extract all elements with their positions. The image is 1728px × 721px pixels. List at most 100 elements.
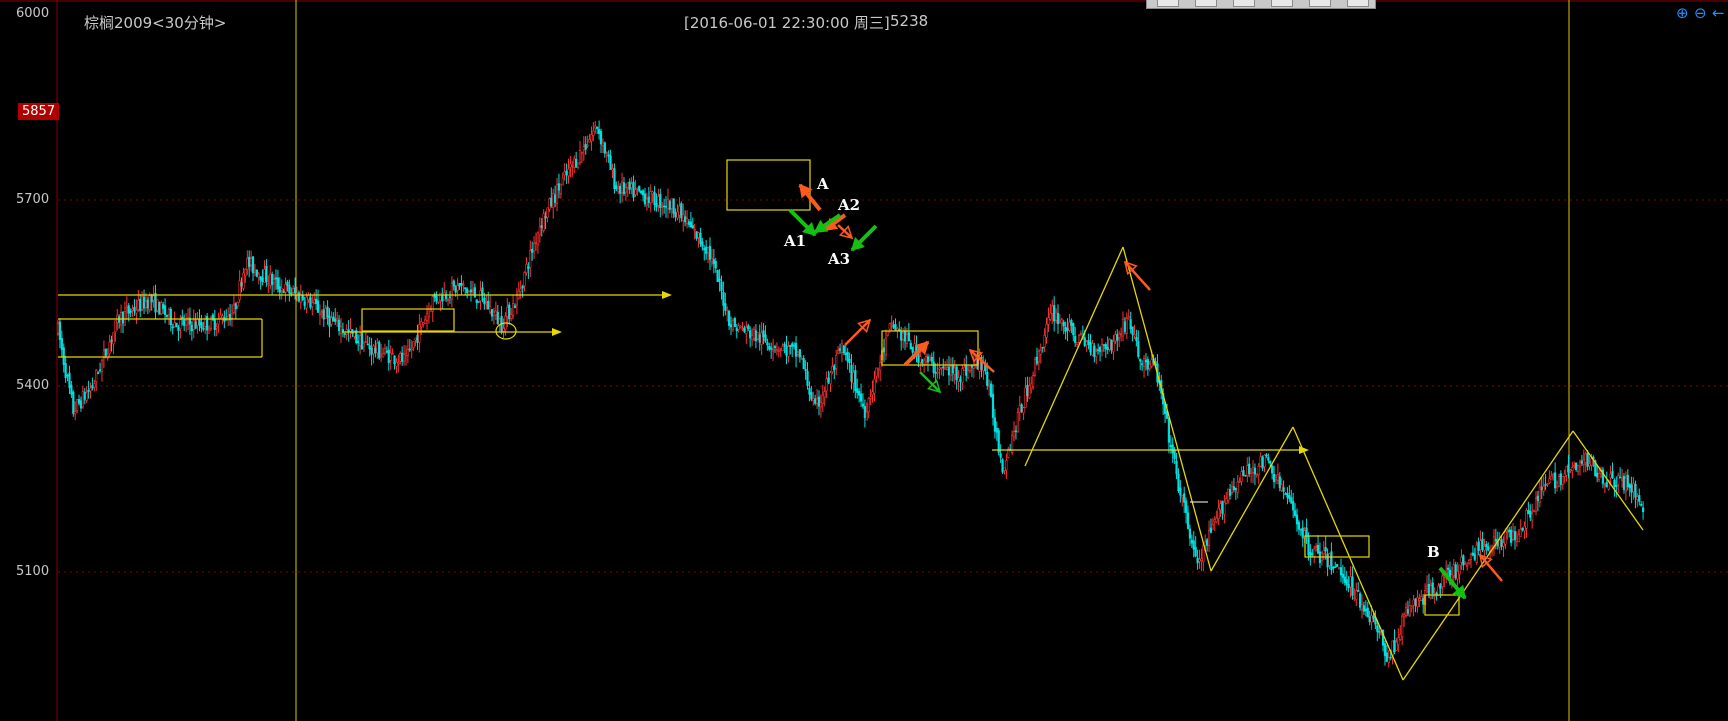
candle-body (632, 181, 635, 198)
candle-body (506, 306, 509, 317)
candle-body (1110, 339, 1113, 351)
candle-body (634, 189, 637, 195)
candle-body (829, 372, 832, 385)
toolbar-button[interactable] (1233, 0, 1255, 7)
candle-body (1066, 328, 1069, 331)
candle-body (481, 287, 484, 296)
toolbar-button[interactable] (1195, 0, 1217, 7)
candle-body (171, 326, 174, 329)
candle-body (540, 225, 543, 228)
candle-body (924, 356, 928, 363)
top-toolbar[interactable] (1146, 0, 1376, 9)
arrow-left-icon[interactable]: ← (1712, 4, 1725, 22)
candle-body (666, 198, 670, 210)
candle-body (993, 417, 997, 432)
candle-body (800, 358, 803, 360)
candle-body (1494, 538, 1497, 542)
candle-body (689, 221, 692, 228)
candle-body (1525, 510, 1528, 529)
candle-body (1397, 637, 1400, 645)
candle-body (712, 259, 715, 265)
candle-body (492, 311, 496, 316)
candle-body (804, 368, 807, 371)
candle-body (1079, 333, 1083, 335)
candle-body (905, 334, 909, 344)
candle-body (873, 378, 876, 394)
candle-body (1316, 544, 1320, 554)
candle-body (62, 347, 65, 365)
candle-body (1083, 337, 1086, 346)
candle-body (466, 288, 469, 294)
y-tick-label: 5100 (16, 564, 50, 579)
candle-body (236, 301, 239, 307)
candle-body (961, 368, 964, 383)
candle-body (129, 310, 132, 313)
candle-body (720, 281, 723, 291)
candle-body (752, 329, 756, 339)
candle-body (511, 303, 515, 316)
toolbar-button[interactable] (1347, 0, 1369, 7)
candle-body (680, 203, 683, 219)
candle-body (821, 394, 824, 404)
candle-body (74, 411, 77, 415)
candle-body (402, 354, 406, 362)
candle-body (1515, 538, 1518, 542)
candle-body (779, 347, 782, 350)
candle-body (651, 191, 654, 195)
annotation-A2: A2 (838, 196, 861, 214)
candle-body (1131, 326, 1134, 335)
candle-body (571, 165, 574, 167)
candle-body (158, 302, 161, 315)
zoom-in-icon[interactable]: ⊕ (1676, 4, 1689, 22)
candle-body (422, 322, 425, 325)
candle-body (699, 232, 702, 244)
candle-body (1014, 430, 1018, 433)
candle-body (1076, 342, 1079, 345)
candle-body (999, 453, 1002, 458)
candle-body (791, 343, 794, 347)
candle-body (255, 269, 258, 277)
candlestick-chart[interactable] (0, 0, 1728, 721)
candle-body (1624, 477, 1627, 492)
candle-body (1112, 341, 1115, 353)
candle-body (1510, 529, 1513, 543)
candle-body (1307, 536, 1310, 556)
candle-body (653, 192, 656, 206)
candle-body (404, 353, 408, 356)
candle-body (1261, 456, 1264, 469)
candle-body (425, 313, 429, 321)
candle-body (946, 367, 949, 370)
candle-body (758, 334, 761, 343)
candle-body (1238, 480, 1241, 483)
candle-body (1559, 473, 1562, 485)
candle-body (1035, 356, 1039, 364)
toolbar-button[interactable] (1271, 0, 1293, 7)
candle-body (452, 280, 455, 287)
candle-body (1500, 539, 1503, 547)
candle-body (127, 305, 130, 314)
candle-body (1569, 469, 1572, 472)
toolbar-button[interactable] (1157, 0, 1179, 7)
toolbar-button[interactable] (1309, 0, 1331, 7)
candle-body (1542, 485, 1545, 492)
candle-body (1173, 450, 1176, 459)
candle-body (148, 295, 151, 311)
candle-body (246, 258, 249, 270)
candle-body (98, 369, 102, 372)
zoom-out-icon[interactable]: ⊖ (1694, 4, 1707, 22)
candle-body (798, 349, 801, 358)
candle-body (1460, 556, 1463, 563)
candle-body (97, 372, 100, 375)
candle-body (77, 399, 81, 404)
candle-body (1123, 321, 1127, 332)
candle-body (970, 365, 974, 368)
candle-body (393, 355, 396, 364)
candle-body (806, 371, 809, 386)
candle-body (838, 348, 842, 351)
candle-body (108, 342, 111, 354)
candle-body (903, 330, 907, 342)
candle-body (1636, 496, 1639, 501)
candle-body (185, 320, 188, 326)
candle-body (1288, 495, 1291, 499)
candle-body (1188, 528, 1192, 539)
